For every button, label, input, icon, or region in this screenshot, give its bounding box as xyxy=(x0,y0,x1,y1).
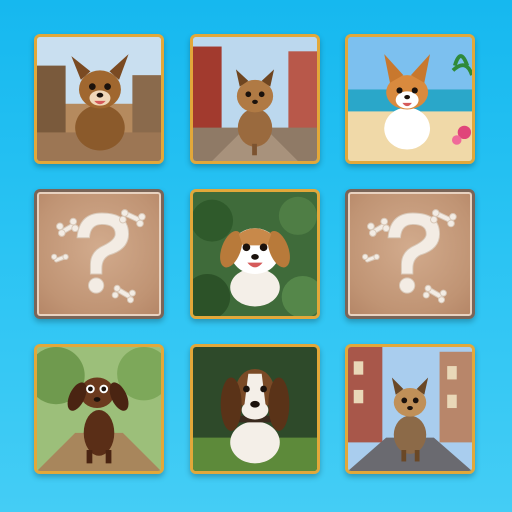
card-7-dachshund[interactable] xyxy=(34,344,164,474)
memory-game-board xyxy=(0,0,512,512)
card-2-yorkie-puppy[interactable] xyxy=(190,34,320,164)
card-6-hidden[interactable] xyxy=(345,189,475,319)
card-4-hidden[interactable] xyxy=(34,189,164,319)
card-1-scruffy-dog[interactable] xyxy=(34,34,164,164)
card-9-yorkie-city[interactable] xyxy=(345,344,475,474)
dog-picture xyxy=(193,347,317,471)
dog-picture xyxy=(193,37,317,161)
dog-picture xyxy=(348,37,472,161)
question-mark-bones-icon xyxy=(362,209,457,304)
card-8-basset-hound[interactable] xyxy=(190,344,320,474)
dog-picture xyxy=(193,192,317,316)
question-mark-bones-icon xyxy=(51,209,146,304)
card-3-corgi[interactable] xyxy=(345,34,475,164)
dog-picture xyxy=(37,347,161,471)
dog-picture xyxy=(348,347,472,471)
dog-picture xyxy=(37,37,161,161)
card-5-beagle[interactable] xyxy=(190,189,320,319)
